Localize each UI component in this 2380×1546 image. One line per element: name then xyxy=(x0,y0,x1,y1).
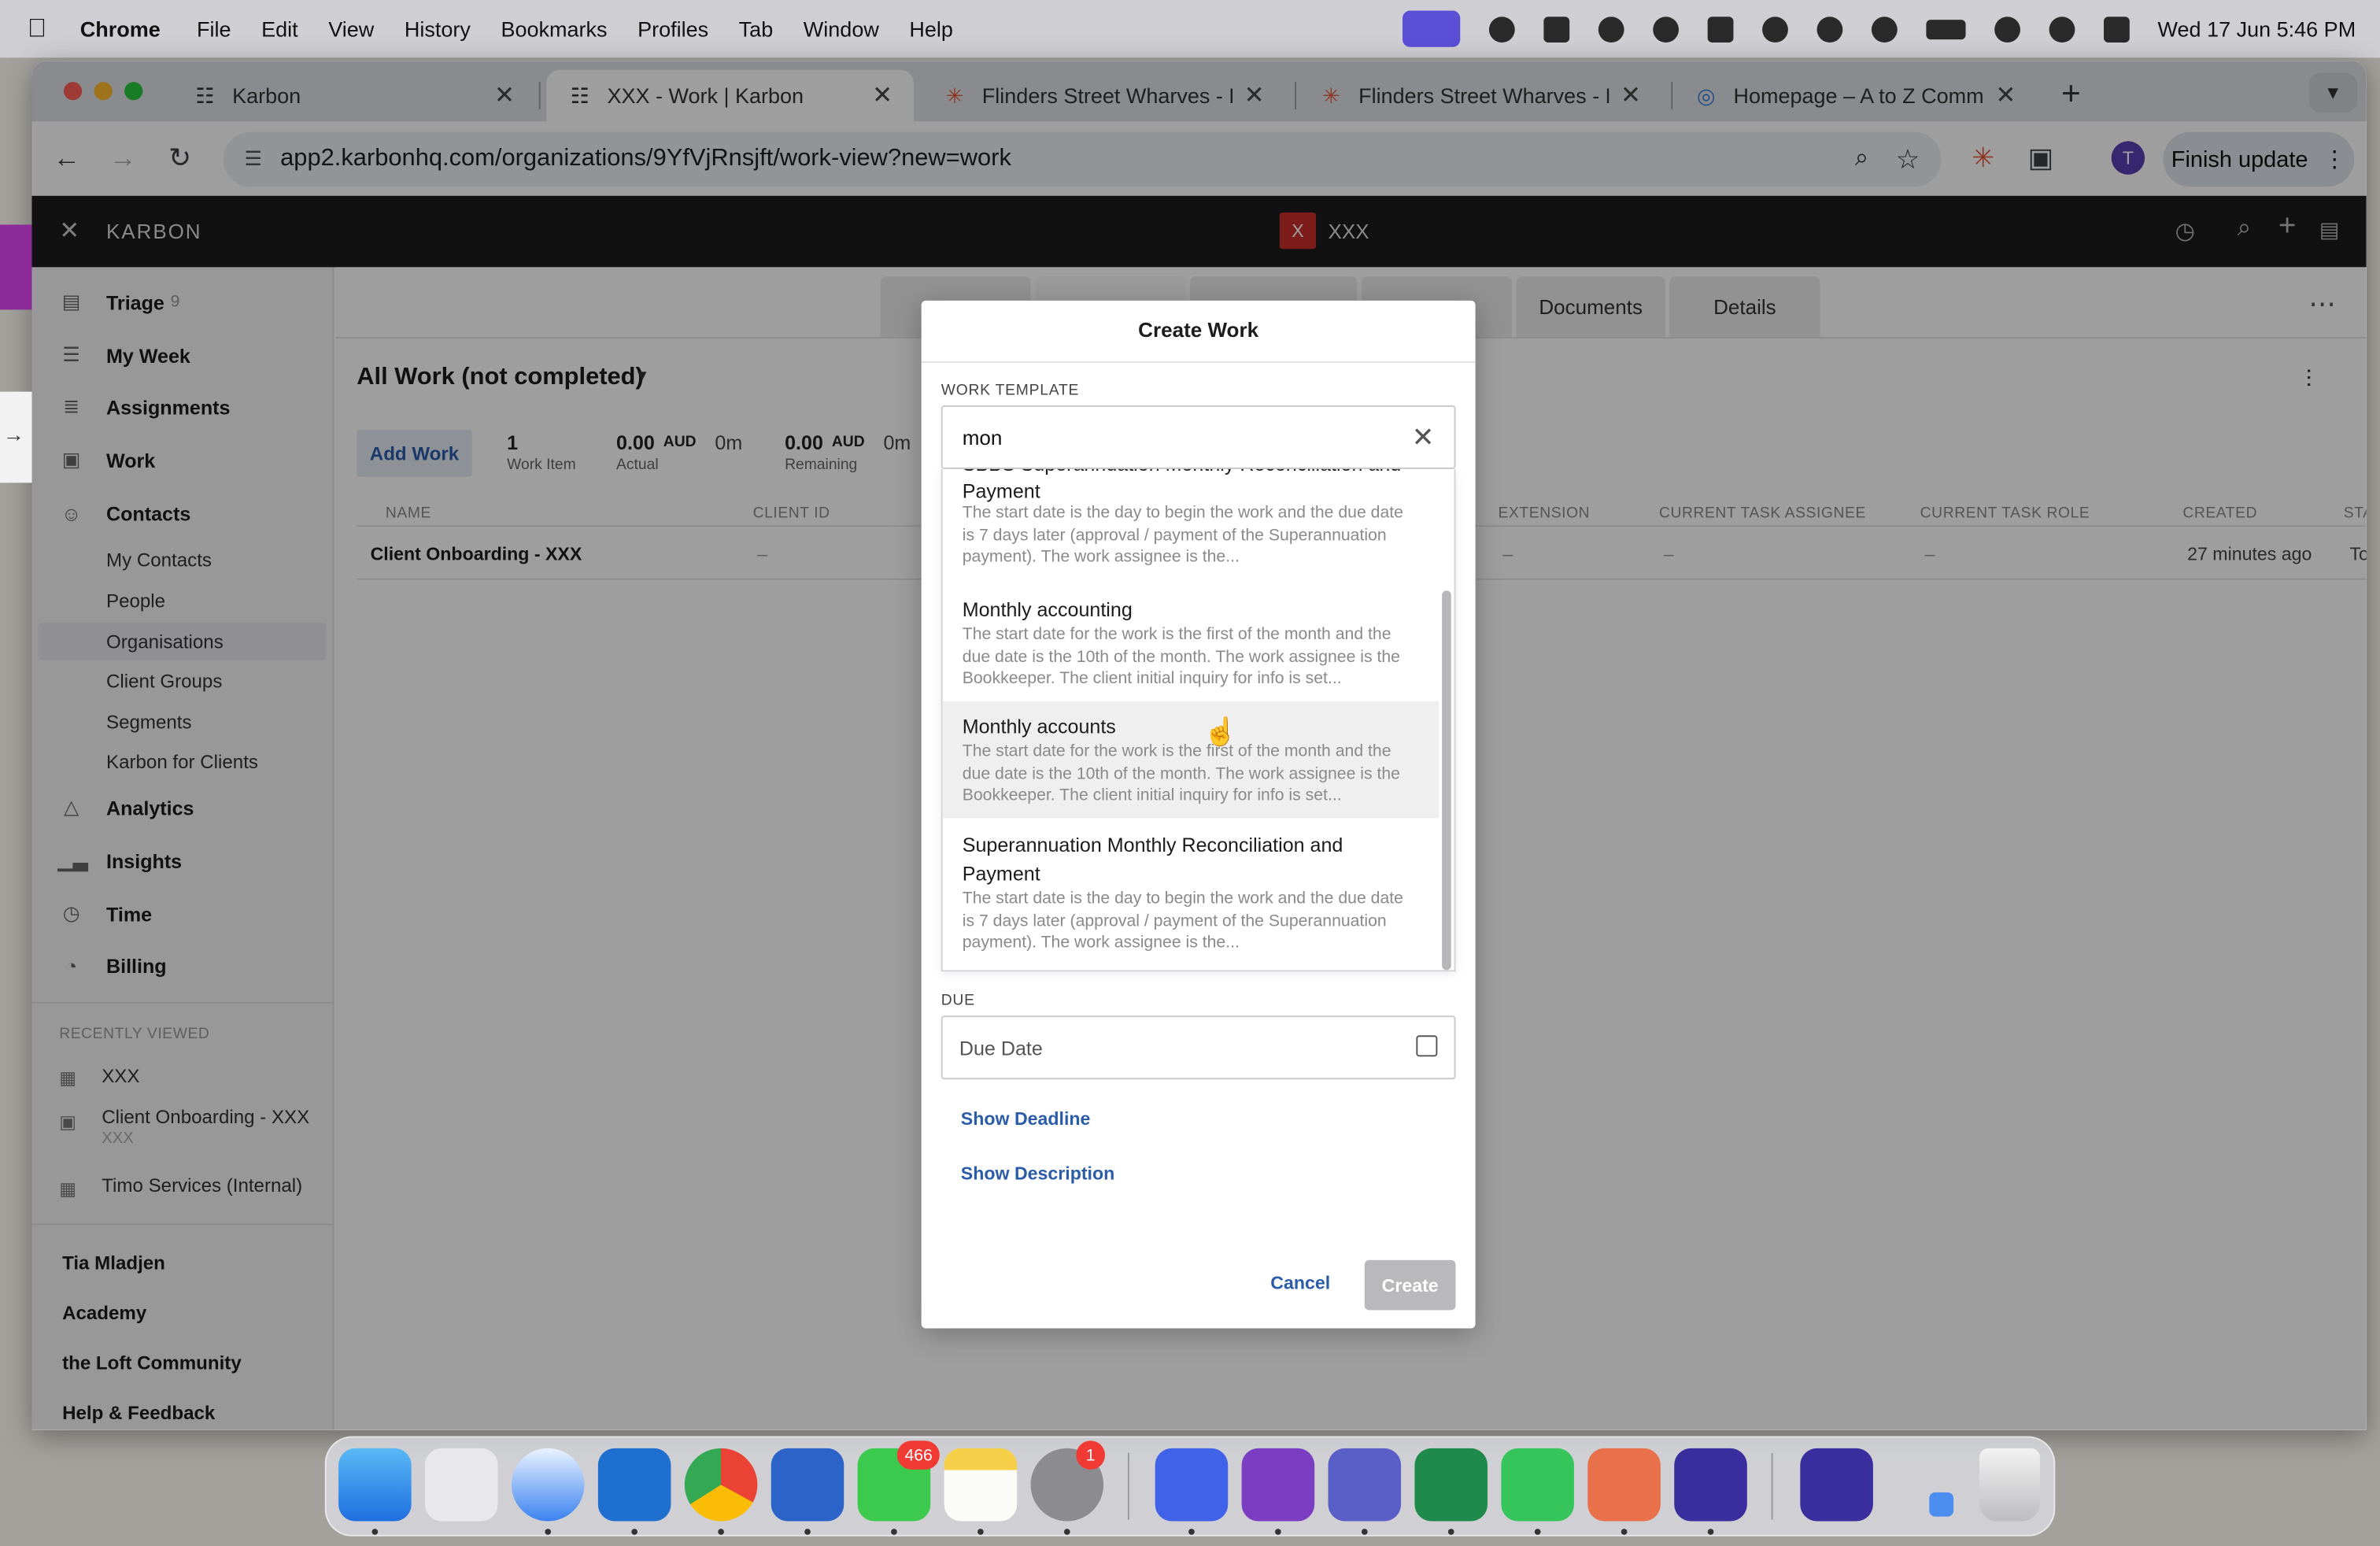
dialog-title: Create Work xyxy=(1138,319,1259,342)
safari-icon[interactable] xyxy=(511,1448,585,1522)
due-date-input[interactable] xyxy=(941,1015,1456,1080)
claude-icon[interactable] xyxy=(1587,1448,1661,1522)
record-icon[interactable] xyxy=(1488,16,1514,43)
running-indicator xyxy=(1621,1529,1628,1535)
spotlight-search-icon[interactable] xyxy=(2048,16,2075,43)
template-option[interactable]: Superannuation Monthly Reconciliation an… xyxy=(943,819,1439,964)
running-indicator xyxy=(1361,1529,1368,1535)
menu-view[interactable]: View xyxy=(328,17,374,41)
settings-badge: 1 xyxy=(1076,1441,1106,1470)
teams-status-icon[interactable] xyxy=(1706,16,1733,43)
gauge-icon[interactable] xyxy=(1597,16,1624,43)
nordvpn-status-icon[interactable] xyxy=(1761,16,1787,43)
excel-icon[interactable] xyxy=(1414,1448,1488,1522)
battery-icon[interactable] xyxy=(1925,19,1965,39)
option-title: SBBS Superannuation Monthly Reconciliati… xyxy=(962,469,1402,503)
work-template-input[interactable] xyxy=(941,405,1456,469)
menu-file[interactable]: File xyxy=(197,17,231,41)
divider xyxy=(921,361,1476,363)
running-indicator xyxy=(978,1529,984,1535)
whatsapp-icon[interactable] xyxy=(1501,1448,1574,1522)
chrome-icon[interactable] xyxy=(684,1448,758,1522)
menu-window[interactable]: Window xyxy=(804,17,879,41)
messages-badge: 466 xyxy=(896,1441,941,1470)
trash-icon[interactable] xyxy=(1979,1448,2041,1522)
running-indicator xyxy=(804,1529,811,1535)
grammarly-icon[interactable] xyxy=(1674,1448,1747,1522)
menu-tab[interactable]: Tab xyxy=(739,17,774,41)
option-description: The start date is the day to begin the w… xyxy=(962,504,1403,567)
running-indicator xyxy=(1707,1529,1714,1535)
clear-icon[interactable]: ✕ xyxy=(1412,422,1435,454)
calendar-icon[interactable] xyxy=(1416,1035,1438,1057)
create-button[interactable]: Create xyxy=(1364,1259,1456,1311)
cloud-icon[interactable] xyxy=(1652,16,1679,43)
user-icon[interactable] xyxy=(1871,16,1897,43)
option-description: The start date for the work is the first… xyxy=(962,625,1401,689)
cancel-button[interactable]: Cancel xyxy=(1270,1272,1330,1293)
lock-app-icon[interactable] xyxy=(1543,16,1569,43)
notes-icon[interactable] xyxy=(944,1448,1018,1522)
hand-cursor-icon: ☝ xyxy=(1203,716,1238,747)
teams-icon[interactable] xyxy=(1328,1448,1402,1522)
show-description-link[interactable]: Show Description xyxy=(961,1163,1114,1184)
running-indicator xyxy=(371,1529,379,1535)
running-indicator xyxy=(631,1529,638,1535)
option-title: Monthly accounting xyxy=(962,597,1133,621)
work-template-label: WORK TEMPLATE xyxy=(941,383,1080,400)
finder-icon[interactable] xyxy=(338,1448,412,1522)
macos-menu-bar:  Chrome File Edit View History Bookmark… xyxy=(0,0,2380,58)
word-icon[interactable] xyxy=(771,1448,844,1522)
running-indicator xyxy=(545,1529,552,1535)
menu-help[interactable]: Help xyxy=(909,17,953,41)
running-indicator xyxy=(1275,1529,1281,1535)
background-window-edge xyxy=(0,224,32,310)
option-title: Superannuation Monthly Reconciliation an… xyxy=(962,833,1343,886)
template-dropdown[interactable]: SBBS Superannuation Monthly Reconciliati… xyxy=(941,468,1456,972)
menu-profiles[interactable]: Profiles xyxy=(638,17,708,41)
nordvpn-icon[interactable] xyxy=(1155,1448,1229,1522)
menu-edit[interactable]: Edit xyxy=(261,17,298,41)
arrow-right-icon: → xyxy=(2,422,24,447)
create-work-dialog: Create Work WORK TEMPLATE ✕ SBBS Superan… xyxy=(921,300,1476,1329)
dock: 466 1 xyxy=(324,1436,2056,1537)
menu-app-name[interactable]: Chrome xyxy=(80,17,161,41)
option-title: Monthly accounts xyxy=(962,715,1116,738)
menu-bookmarks[interactable]: Bookmarks xyxy=(501,17,607,41)
menu-clock[interactable]: Wed 17 Jun 5:46 PM xyxy=(2158,17,2356,41)
template-option[interactable]: Monthly accounting The start date for th… xyxy=(943,585,1439,702)
moon-icon[interactable] xyxy=(1816,16,1842,43)
wifi-icon[interactable] xyxy=(1994,16,2020,43)
menu-history[interactable]: History xyxy=(405,17,471,41)
apple-menu-icon[interactable]:  xyxy=(28,13,47,44)
dock-separator xyxy=(1127,1452,1129,1520)
running-indicator xyxy=(1188,1529,1195,1535)
dock-separator xyxy=(1771,1452,1773,1520)
running-indicator xyxy=(718,1529,724,1535)
template-option[interactable]: SBBS Superannuation Monthly Reconciliati… xyxy=(943,469,1439,569)
outlook-icon[interactable] xyxy=(597,1448,671,1522)
running-indicator xyxy=(1447,1529,1454,1535)
due-label: DUE xyxy=(941,993,975,1010)
running-indicator xyxy=(1063,1529,1070,1535)
running-indicator xyxy=(891,1529,897,1535)
option-description: The start date is the day to begin the w… xyxy=(962,890,1403,952)
template-option-hovered[interactable]: Monthly accounts The start date for the … xyxy=(942,701,1439,819)
browser-window: ☷ Karbon ✕ ☷ XXX - Work | Karbon ✕ ✳ Fli… xyxy=(31,61,2367,1430)
onenote-icon[interactable] xyxy=(1241,1448,1315,1522)
grammarly-editor-icon[interactable] xyxy=(1800,1448,1873,1522)
dropdown-scrollbar[interactable] xyxy=(1442,590,1451,971)
control-center-icon[interactable] xyxy=(2103,16,2129,43)
show-deadline-link[interactable]: Show Deadline xyxy=(961,1108,1091,1130)
downloads-stack-icon[interactable] xyxy=(1929,1492,1954,1517)
option-description: The start date for the work is the first… xyxy=(962,742,1401,805)
launchpad-icon[interactable] xyxy=(425,1448,498,1522)
running-indicator xyxy=(1534,1529,1541,1535)
screen-share-icon[interactable] xyxy=(1402,10,1460,47)
